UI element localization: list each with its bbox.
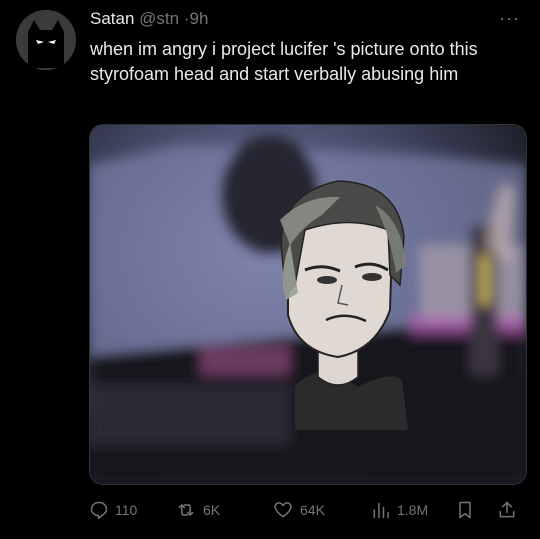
tweet-text: when im angry i project lucifer 's pictu… bbox=[90, 39, 478, 84]
avatar[interactable] bbox=[16, 10, 76, 70]
reply-button[interactable]: 110 bbox=[89, 496, 137, 524]
black-cat-icon bbox=[16, 10, 76, 70]
views-button[interactable]: 1.8M bbox=[371, 496, 428, 524]
views-icon bbox=[373, 502, 389, 519]
bookmark-button[interactable] bbox=[455, 496, 475, 524]
repost-button[interactable]: 6K bbox=[175, 496, 220, 524]
repost-count: 6K bbox=[203, 502, 221, 518]
author-name[interactable]: Satan bbox=[90, 9, 134, 28]
bookmark-icon bbox=[459, 501, 471, 519]
reply-icon bbox=[90, 501, 108, 520]
author-handle[interactable]: @stn bbox=[139, 9, 179, 28]
tweet-time[interactable]: 9h bbox=[190, 9, 209, 28]
more-options-button[interactable]: ··· bbox=[499, 8, 520, 29]
share-button[interactable] bbox=[497, 496, 517, 524]
action-bar: 110 6K 64K 1.8M bbox=[89, 496, 525, 524]
reply-count: 110 bbox=[115, 502, 138, 518]
tweet-header: Satan @stn ·9h bbox=[90, 9, 208, 29]
like-button[interactable]: 64K bbox=[272, 496, 325, 524]
share-icon bbox=[499, 501, 515, 518]
tweet-image[interactable] bbox=[89, 124, 527, 485]
like-count: 64K bbox=[300, 502, 325, 518]
heart-icon bbox=[274, 502, 292, 518]
repost-icon bbox=[178, 504, 194, 516]
view-count: 1.8M bbox=[397, 502, 429, 518]
photo-illustration bbox=[90, 125, 526, 484]
